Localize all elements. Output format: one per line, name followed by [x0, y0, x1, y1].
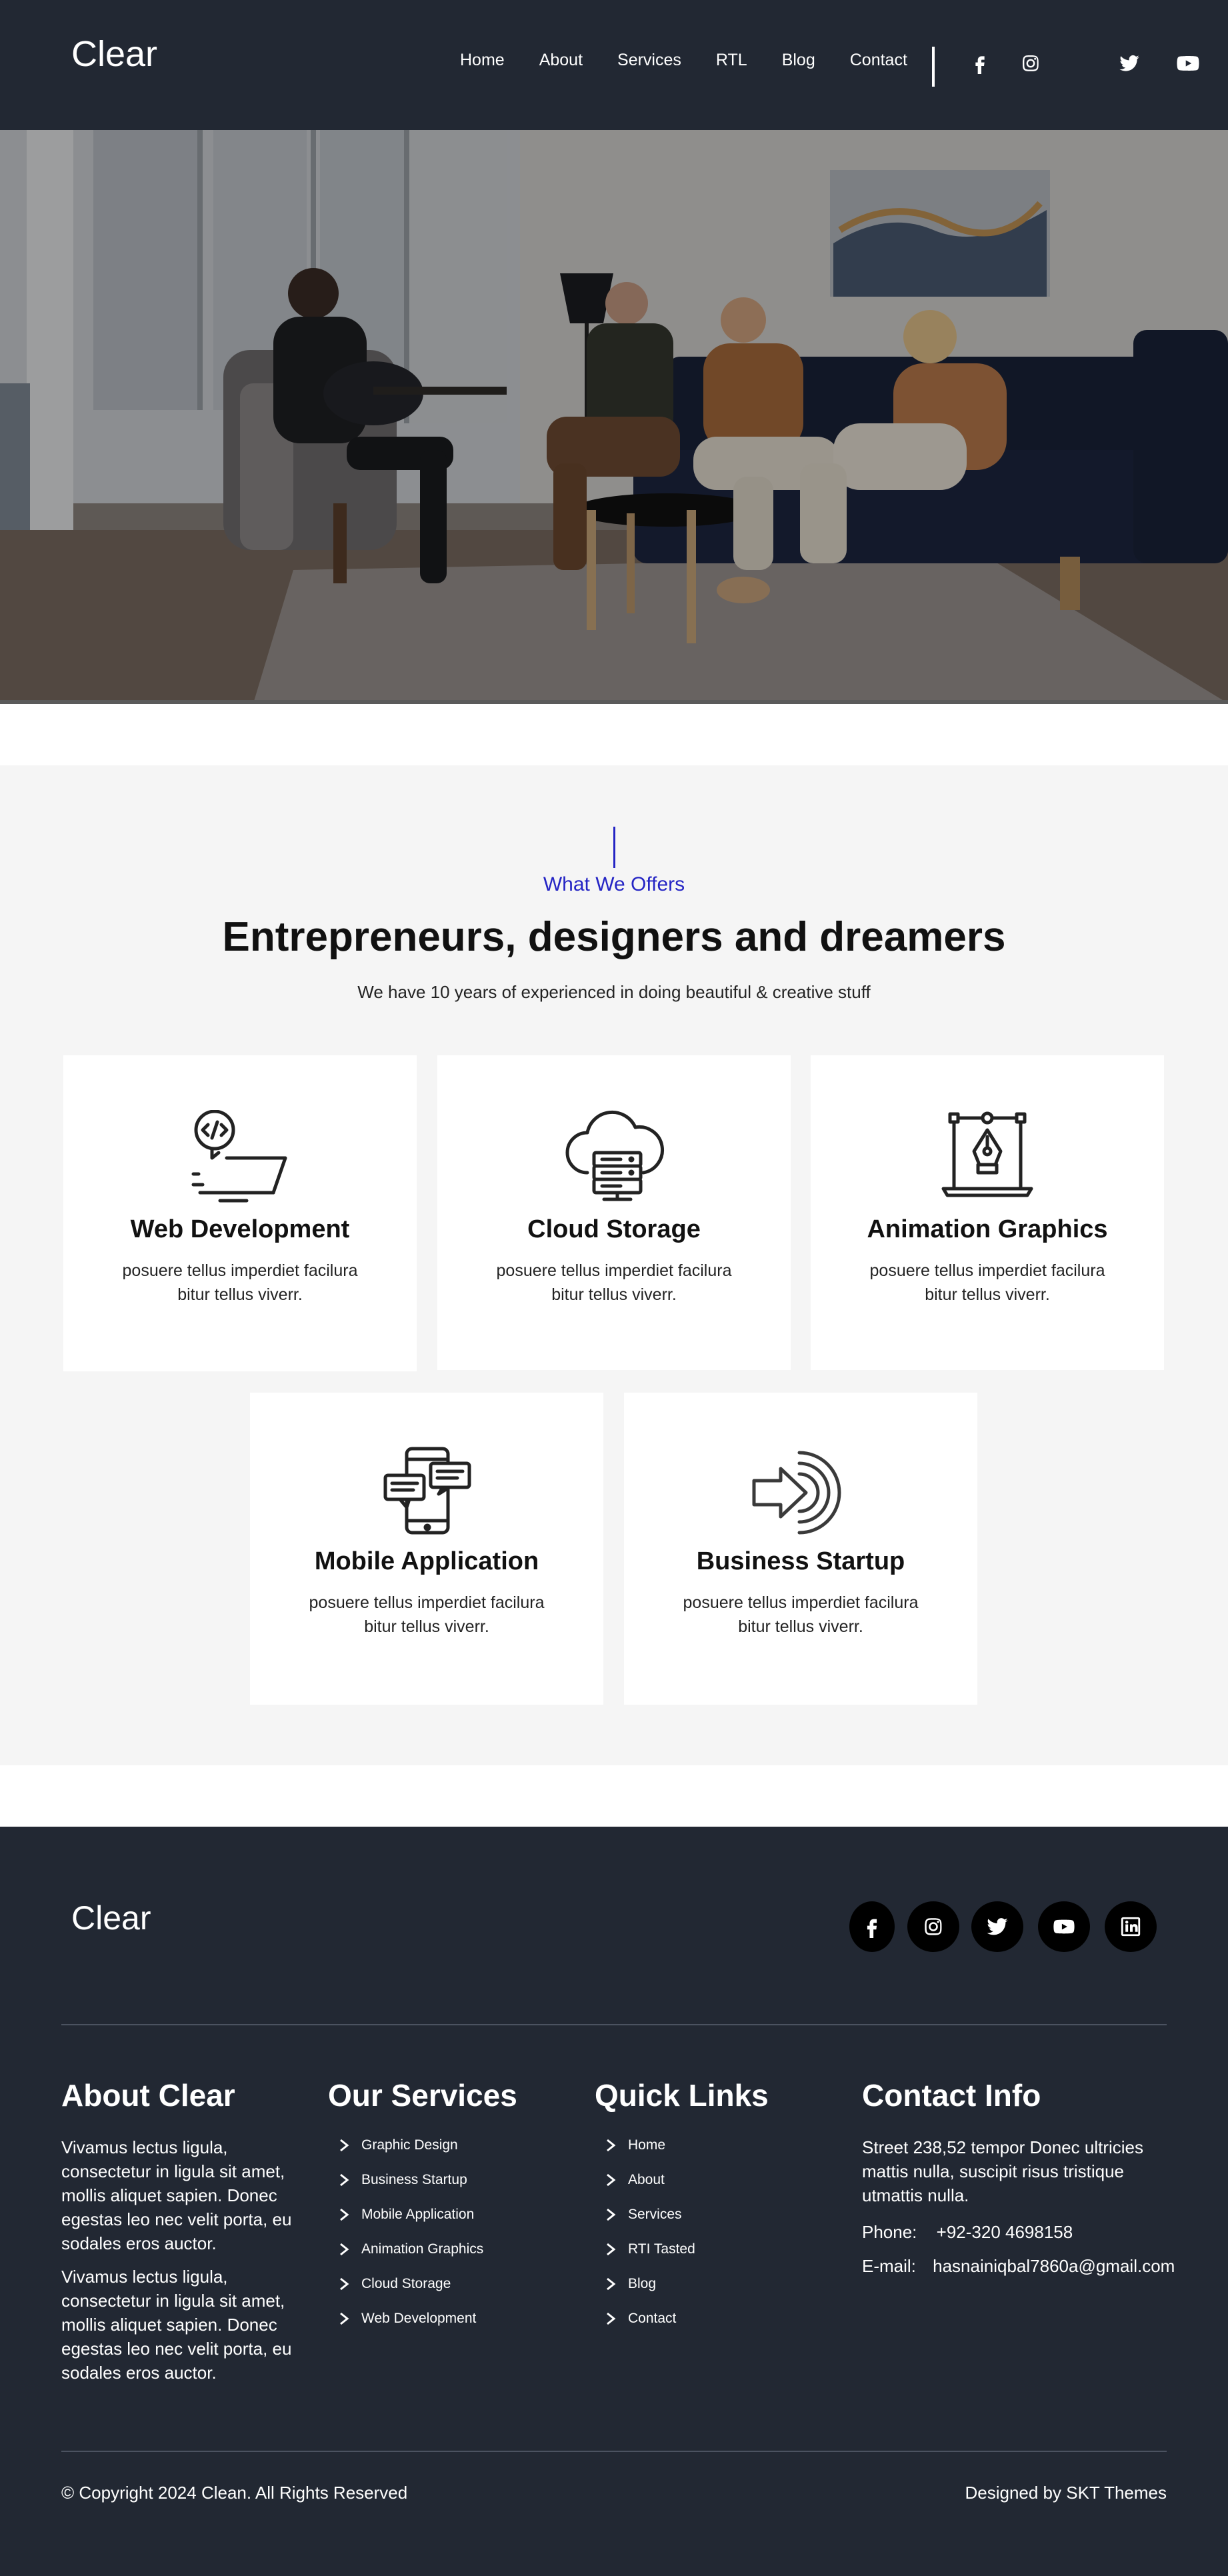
phone-value[interactable]: +92-320 4698158	[937, 2222, 1073, 2242]
contact-address: Street 238,52 tempor Donec ultricies mat…	[862, 2137, 1143, 2205]
chevron-right-icon	[607, 2312, 616, 2325]
service-card-business-startup[interactable]: Business Startup posuere tellus imperdie…	[624, 1393, 977, 1705]
offer-title: Entrepreneurs, designers and dreamers	[222, 914, 1006, 960]
phone-label: Phone:	[862, 2222, 917, 2242]
card-title: Business Startup	[696, 1547, 905, 1575]
service-card-animation-graphics[interactable]: Animation Graphics posuere tellus imperd…	[811, 1055, 1164, 1370]
footer-facebook-icon[interactable]	[849, 1901, 895, 1952]
service-link-business-startup[interactable]: Business Startup	[336, 2172, 467, 2188]
quick-link-label: Services	[628, 2207, 682, 2222]
service-link-animation-graphics[interactable]: Animation Graphics	[336, 2241, 483, 2257]
quick-link-label: About	[628, 2172, 665, 2187]
quick-link-about[interactable]: About	[603, 2172, 665, 2188]
card-title: Web Development	[130, 1215, 350, 1243]
service-link-mobile-application[interactable]: Mobile Application	[336, 2207, 474, 2223]
header-twitter-icon[interactable]	[1115, 49, 1144, 78]
hero-divider	[0, 700, 1228, 704]
pen-tool-icon	[934, 1110, 1041, 1207]
footer-linkedin-icon[interactable]	[1105, 1901, 1157, 1952]
nav-about[interactable]: About	[539, 51, 583, 70]
email-label: E-mail:	[862, 2256, 916, 2276]
service-card-cloud-storage[interactable]: Cloud Storage posuere tellus imperdiet f…	[437, 1055, 791, 1370]
service-link-label: Mobile Application	[361, 2207, 475, 2222]
arrow-target-icon	[747, 1446, 854, 1543]
chevron-right-icon	[607, 2243, 616, 2256]
service-link-label: Graphic Design	[361, 2137, 458, 2153]
cloud-server-icon	[561, 1110, 667, 1207]
nav-home[interactable]: Home	[460, 51, 505, 70]
header-facebook-icon[interactable]	[965, 49, 995, 78]
laptop-code-icon	[187, 1109, 293, 1207]
quick-links-title: Quick Links	[595, 2078, 769, 2113]
service-link-label: Web Development	[361, 2311, 477, 2326]
offer-accent-line	[613, 827, 615, 868]
service-link-label: Cloud Storage	[361, 2276, 451, 2291]
quick-link-blog[interactable]: Blog	[603, 2276, 656, 2292]
nav-contact[interactable]: Contact	[850, 51, 907, 70]
nav-divider	[932, 47, 935, 87]
main-nav: Home About Services RTL Blog Contact	[460, 51, 907, 70]
card-title: Mobile Application	[314, 1547, 539, 1575]
service-card-mobile-application[interactable]: Mobile Application posuere tellus imperd…	[250, 1393, 603, 1705]
card-title: Animation Graphics	[867, 1215, 1108, 1243]
service-link-label: Animation Graphics	[361, 2241, 484, 2257]
footer-instagram-icon[interactable]	[907, 1901, 959, 1952]
chevron-right-icon	[607, 2277, 616, 2291]
chevron-right-icon	[340, 2277, 349, 2291]
footer-divider-bottom	[61, 2451, 1167, 2452]
mobile-chat-icon	[373, 1446, 480, 1543]
service-card-web-development[interactable]: Web Development posuere tellus imperdiet…	[63, 1055, 417, 1371]
card-text: posuere tellus imperdiet facilura bitur …	[122, 1261, 358, 1304]
about-title: About Clear	[61, 2078, 235, 2113]
service-link-web-development[interactable]: Web Development	[336, 2311, 476, 2327]
service-link-cloud-storage[interactable]: Cloud Storage	[336, 2276, 451, 2292]
email-value[interactable]: hasnainiqbal7860a@gmail.com	[933, 2256, 1175, 2276]
nav-blog[interactable]: Blog	[782, 51, 815, 70]
footer-twitter-icon[interactable]	[971, 1901, 1023, 1952]
header-youtube-icon[interactable]	[1172, 49, 1204, 78]
service-link-graphic-design[interactable]: Graphic Design	[336, 2137, 458, 2153]
chevron-right-icon	[340, 2139, 349, 2152]
quick-link-services[interactable]: Services	[603, 2207, 682, 2223]
card-text: posuere tellus imperdiet facilura bitur …	[496, 1261, 732, 1304]
nav-services[interactable]: Services	[617, 51, 681, 70]
designed-by-text[interactable]: Designed by SKT Themes	[965, 2483, 1167, 2503]
service-link-label: Business Startup	[361, 2172, 467, 2187]
chevron-right-icon	[607, 2173, 616, 2187]
footer-youtube-icon[interactable]	[1038, 1901, 1090, 1952]
card-title: Cloud Storage	[527, 1215, 701, 1243]
contact-phone-row: Phone: +92-320 4698158	[862, 2220, 1169, 2244]
copyright-text: © Copyright 2024 Clean. All Rights Reser…	[61, 2483, 408, 2503]
offer-subtitle: What We Offers	[543, 873, 685, 895]
offer-description: We have 10 years of experienced in doing…	[357, 982, 871, 1002]
chevron-right-icon	[340, 2312, 349, 2325]
site-logo[interactable]: Clear	[71, 33, 157, 75]
about-paragraph-1: Vivamus lectus ligula, consectetur in li…	[61, 2137, 292, 2253]
card-text: posuere tellus imperdiet facilura bitur …	[869, 1261, 1105, 1304]
footer-divider-top	[61, 2024, 1167, 2025]
card-text: posuere tellus imperdiet facilura bitur …	[683, 1593, 919, 1636]
quick-link-label: RTI Tasted	[628, 2241, 695, 2257]
quick-link-rti-tasted[interactable]: RTI Tasted	[603, 2241, 695, 2257]
chevron-right-icon	[607, 2208, 616, 2221]
chevron-right-icon	[607, 2139, 616, 2152]
services-title: Our Services	[328, 2078, 517, 2113]
chevron-right-icon	[340, 2173, 349, 2187]
contact-email-row: E-mail: hasnainiqbal7860a@gmail.com	[862, 2254, 1175, 2278]
quick-link-home[interactable]: Home	[603, 2137, 665, 2153]
chevron-right-icon	[340, 2243, 349, 2256]
contact-title: Contact Info	[862, 2078, 1041, 2113]
hero-image	[0, 130, 1228, 703]
about-paragraph-2: Vivamus lectus ligula, consectetur in li…	[61, 2267, 292, 2383]
chevron-right-icon	[340, 2208, 349, 2221]
quick-link-label: Contact	[628, 2311, 677, 2326]
quick-link-contact[interactable]: Contact	[603, 2311, 676, 2327]
card-text: posuere tellus imperdiet facilura bitur …	[309, 1593, 545, 1636]
quick-link-label: Blog	[628, 2276, 657, 2291]
footer-logo[interactable]: Clear	[71, 1899, 151, 1937]
header-instagram-icon[interactable]	[1016, 49, 1045, 78]
nav-rtl[interactable]: RTL	[716, 51, 747, 70]
quick-link-label: Home	[628, 2137, 666, 2153]
